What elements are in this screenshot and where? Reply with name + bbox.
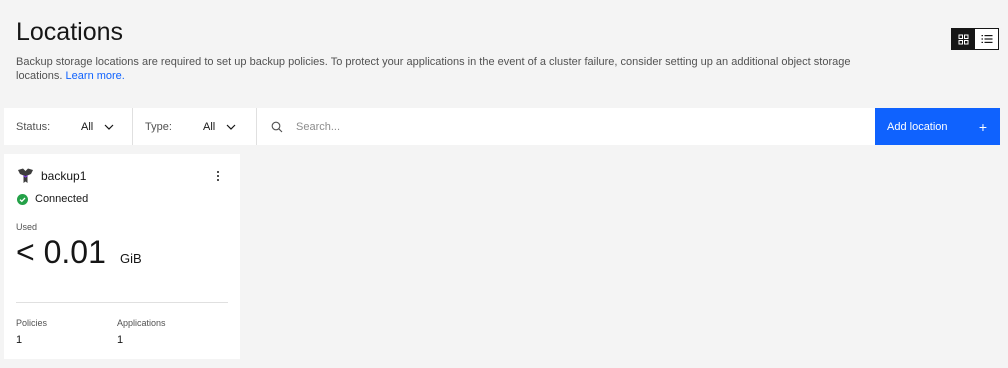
list-view-button[interactable]	[975, 29, 998, 49]
status-filter-dropdown[interactable]: Status: All	[4, 108, 133, 145]
search-bar	[257, 108, 875, 145]
check-circle-icon	[17, 193, 28, 205]
learn-more-link[interactable]: Learn more.	[66, 70, 125, 82]
applications-label: Applications	[117, 318, 166, 328]
search-icon	[271, 121, 283, 132]
list-icon	[981, 35, 992, 43]
add-location-button[interactable]: Add location +	[875, 108, 1000, 145]
type-filter-dropdown[interactable]: Type: All	[133, 108, 257, 145]
status-filter-label: Status:	[16, 120, 51, 133]
plus-icon: +	[978, 118, 987, 135]
search-input[interactable]	[296, 120, 796, 133]
policies-label: Policies	[16, 318, 48, 328]
view-toggle	[951, 28, 999, 50]
chevron-down-icon	[226, 124, 236, 130]
page-description: Backup storage locations are required to…	[16, 55, 896, 83]
chevron-down-icon	[104, 124, 114, 130]
location-card[interactable]: backup1 Connected Used < 0.01 GiB Polici…	[4, 154, 240, 359]
status-text: Connected	[35, 193, 89, 205]
type-filter-label: Type:	[145, 120, 172, 133]
applications-value: 1	[117, 334, 124, 346]
policies-value: 1	[16, 334, 23, 346]
storage-location-icon	[18, 168, 33, 183]
toolbar: Status: All Type: All Add location +	[4, 108, 1000, 145]
page-description-text: Backup storage locations are required to…	[16, 56, 851, 82]
status-row: Connected	[17, 193, 88, 205]
used-value: < 0.01	[16, 234, 106, 270]
status-filter-value: All	[81, 120, 94, 133]
used-unit: GiB	[120, 251, 142, 266]
page-title: Locations	[16, 18, 124, 46]
card-header: backup1	[17, 168, 86, 184]
grid-view-button[interactable]	[952, 29, 975, 49]
location-name: backup1	[41, 169, 87, 183]
used-label: Used	[16, 222, 38, 232]
type-filter-value: All	[203, 120, 216, 133]
card-divider	[16, 302, 228, 303]
add-location-label: Add location	[887, 120, 948, 133]
overflow-menu-icon[interactable]	[211, 168, 225, 184]
grid-icon	[958, 34, 969, 44]
